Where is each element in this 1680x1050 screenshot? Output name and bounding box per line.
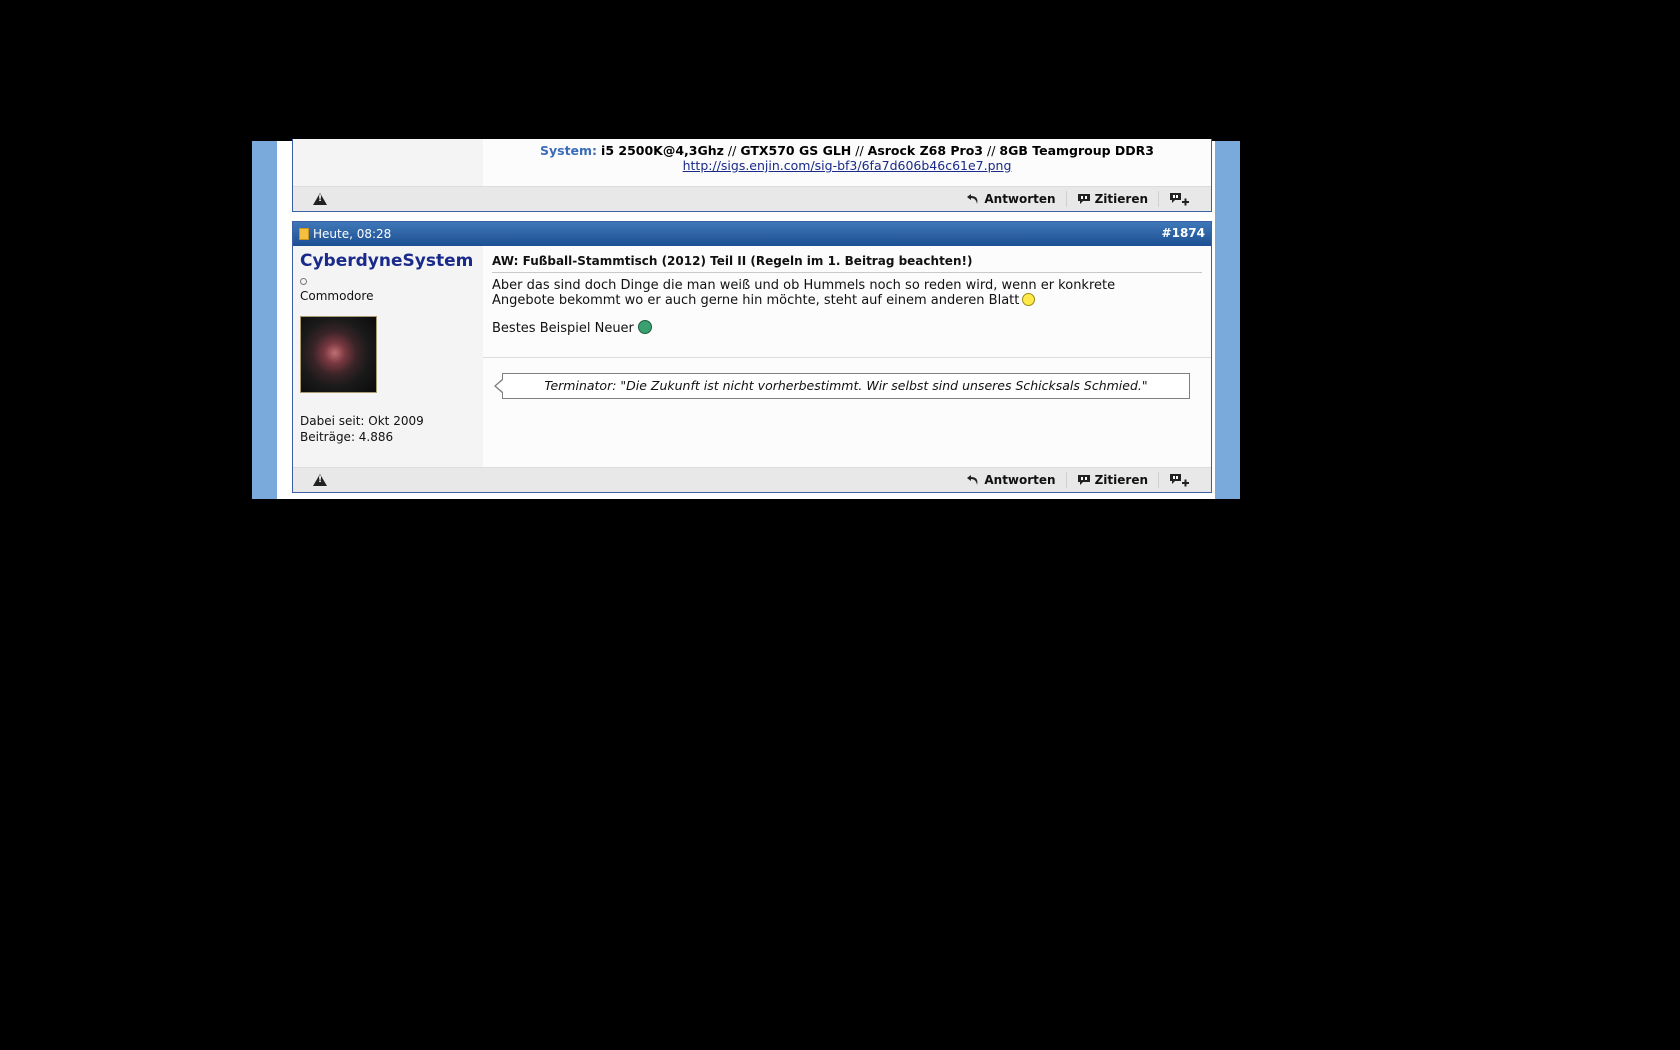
sep: //	[723, 143, 741, 158]
quote-icon	[1077, 475, 1090, 485]
post-actions: Antworten Zitieren	[956, 472, 1201, 488]
smiley-icon	[1022, 293, 1036, 306]
post-paragraph: Aber das sind doch Dinge die man weiß un…	[492, 278, 1171, 308]
multiquote-icon	[1170, 193, 1189, 206]
previous-post-signature: System: i5 2500K@4,3Ghz // GTX570 GS GLH…	[483, 139, 1211, 183]
reply-button[interactable]: Antworten	[956, 472, 1065, 488]
globe-smiley-icon	[637, 320, 652, 334]
post-date-text: Heute, 08:28	[313, 227, 392, 241]
report-icon[interactable]	[313, 193, 327, 205]
sep: //	[983, 143, 1000, 158]
quote-label: Zitieren	[1094, 473, 1148, 487]
ram-spec: 8GB Teamgroup DDR3	[999, 143, 1155, 158]
post-paragraph-text: Aber das sind doch Dinge die man weiß un…	[492, 278, 1116, 308]
offline-status-icon	[300, 278, 307, 285]
post-footer: Antworten Zitieren	[293, 186, 1211, 211]
quote-label: Zitieren	[1094, 192, 1148, 206]
system-label: System:	[539, 143, 598, 158]
post-count: Beiträge: 4.886	[300, 430, 394, 444]
forum-page: System: i5 2500K@4,3Ghz // GTX570 GS GLH…	[277, 139, 1215, 499]
signature-divider	[483, 357, 1211, 358]
post-header: Heute, 08:28 #1874	[293, 222, 1211, 246]
quote-button[interactable]: Zitieren	[1065, 472, 1158, 488]
post-paragraph: Bestes Beispiel Neuer	[492, 320, 1171, 336]
reply-icon	[967, 475, 978, 485]
username-link[interactable]: CyberdyneSystem	[300, 251, 473, 271]
post-paragraph-text: Bestes Beispiel Neuer	[492, 321, 634, 336]
reply-button[interactable]: Antworten	[956, 191, 1065, 207]
post-document-icon	[299, 228, 309, 240]
post-actions: Antworten Zitieren	[956, 191, 1201, 207]
reply-label: Antworten	[984, 473, 1056, 487]
post-title: AW: Fußball-Stammtisch (2012) Teil II (R…	[492, 254, 1202, 273]
forum-post: Heute, 08:28 #1874 CyberdyneSystem Commo…	[292, 221, 1212, 493]
user-info: CyberdyneSystem Commodore Dabei seit: Ok…	[293, 246, 483, 468]
signature-link[interactable]: http://sigs.enjin.com/sig-bf3/6fa7d606b4…	[683, 158, 1012, 173]
multiquote-button[interactable]	[1158, 472, 1201, 488]
reply-label: Antworten	[984, 192, 1056, 206]
gpu-spec: GTX570 GS GLH	[740, 143, 852, 158]
previous-post: System: i5 2500K@4,3Ghz // GTX570 GS GLH…	[292, 139, 1212, 212]
report-icon[interactable]	[313, 474, 327, 486]
avatar[interactable]	[300, 316, 377, 393]
multiquote-button[interactable]	[1158, 191, 1201, 207]
post-footer: Antworten Zitieren	[293, 467, 1211, 492]
cpu-spec: i5 2500K@4,3Ghz	[601, 143, 724, 158]
sep: //	[851, 143, 868, 158]
quote-icon	[1077, 194, 1090, 204]
post-body: Aber das sind doch Dinge die man weiß un…	[492, 278, 1171, 336]
join-date: Dabei seit: Okt 2009	[300, 414, 424, 428]
signature-box: Terminator: "Die Zukunft ist nicht vorhe…	[494, 373, 1190, 399]
forum-viewport: System: i5 2500K@4,3Ghz // GTX570 GS GLH…	[252, 139, 1240, 499]
user-title: Commodore	[300, 289, 374, 303]
reply-icon	[967, 194, 978, 204]
board-spec: Asrock Z68 Pro3	[867, 143, 984, 158]
post-number-link[interactable]: #1874	[1162, 226, 1205, 240]
multiquote-icon	[1170, 474, 1189, 487]
system-signature-line: System: i5 2500K@4,3Ghz // GTX570 GS GLH…	[483, 143, 1211, 158]
post-date: Heute, 08:28	[299, 227, 391, 241]
post-content: AW: Fußball-Stammtisch (2012) Teil II (R…	[483, 246, 1211, 468]
quote-button[interactable]: Zitieren	[1065, 191, 1158, 207]
